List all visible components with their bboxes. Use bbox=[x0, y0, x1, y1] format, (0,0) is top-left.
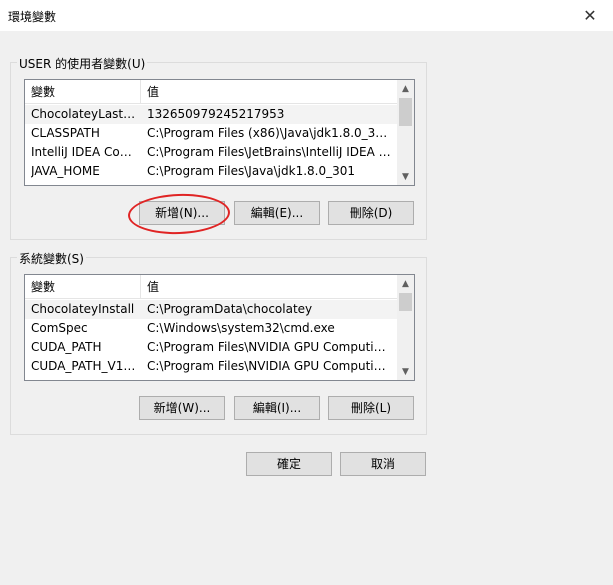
list-item[interactable]: ComSpec C:\Windows\system32\cmd.exe bbox=[25, 319, 397, 338]
variable-name: ChocolateyInstall bbox=[31, 302, 135, 316]
list-header: 變數 值 bbox=[25, 80, 397, 104]
variable-value: C:\Program Files (x86)\Java\jdk1.8.0_301… bbox=[147, 126, 393, 140]
variable-value: C:\Program Files\NVIDIA GPU Computing... bbox=[147, 359, 393, 373]
scroll-up-icon[interactable]: ▲ bbox=[397, 275, 414, 292]
list-item[interactable]: JAVA_HOME C:\Program Files\Java\jdk1.8.0… bbox=[25, 162, 397, 181]
scrollbar-thumb[interactable] bbox=[399, 293, 412, 311]
title-bar: 環境變數 ✕ bbox=[0, 0, 613, 31]
variable-name: JAVA_HOME bbox=[31, 164, 100, 178]
variable-value: C:\ProgramData\chocolatey bbox=[147, 302, 313, 316]
system-variables-list[interactable]: 變數 值 ChocolateyInstall C:\ProgramData\ch… bbox=[24, 274, 415, 381]
list-item[interactable]: CLASSPATH C:\Program Files (x86)\Java\jd… bbox=[25, 124, 397, 143]
ok-button[interactable]: 確定 bbox=[246, 452, 332, 476]
system-delete-button[interactable]: 刪除(L) bbox=[328, 396, 414, 420]
list-item[interactable]: CUDA_PATH C:\Program Files\NVIDIA GPU Co… bbox=[25, 338, 397, 357]
variable-name: IntelliJ IDEA Com... bbox=[31, 145, 138, 159]
list-item[interactable]: ChocolateyInstall C:\ProgramData\chocola… bbox=[25, 300, 397, 319]
variable-value: C:\Program Files\Java\jdk1.8.0_301 bbox=[147, 164, 356, 178]
column-header-variable[interactable]: 變數 bbox=[25, 80, 141, 104]
list-item[interactable]: IntelliJ IDEA Com... C:\Program Files\Je… bbox=[25, 143, 397, 162]
scroll-down-icon[interactable]: ▼ bbox=[397, 363, 414, 380]
column-header-value[interactable]: 值 bbox=[141, 275, 397, 299]
system-edit-button[interactable]: 編輯(I)... bbox=[234, 396, 320, 420]
user-variables-label: USER 的使用者變數(U) bbox=[17, 55, 148, 72]
vertical-scrollbar[interactable]: ▲ ▼ bbox=[397, 275, 414, 380]
user-delete-button[interactable]: 刪除(D) bbox=[328, 201, 414, 225]
window-title: 環境變數 bbox=[8, 10, 57, 24]
close-icon[interactable]: ✕ bbox=[567, 0, 613, 31]
column-header-variable[interactable]: 變數 bbox=[25, 275, 141, 299]
variable-name: CUDA_PATH bbox=[31, 340, 102, 354]
cancel-button[interactable]: 取消 bbox=[340, 452, 426, 476]
list-item[interactable]: CUDA_PATH_V11... C:\Program Files\NVIDIA… bbox=[25, 357, 397, 376]
scroll-down-icon[interactable]: ▼ bbox=[397, 168, 414, 185]
list-header: 變數 值 bbox=[25, 275, 397, 299]
variable-name: ChocolateyLastP... bbox=[31, 107, 138, 121]
variable-name: CLASSPATH bbox=[31, 126, 100, 140]
variable-value: C:\Program Files\NVIDIA GPU Computing... bbox=[147, 340, 393, 354]
system-new-button[interactable]: 新增(W)... bbox=[139, 396, 225, 420]
variable-name: ComSpec bbox=[31, 321, 88, 335]
user-variables-list[interactable]: 變數 值 ChocolateyLastP... 1326509792452179… bbox=[24, 79, 415, 186]
column-header-value[interactable]: 值 bbox=[141, 80, 397, 104]
variable-name: CUDA_PATH_V11... bbox=[31, 359, 138, 373]
variable-value: C:\Program Files\JetBrains\IntelliJ IDEA… bbox=[147, 145, 393, 159]
scrollbar-thumb[interactable] bbox=[399, 98, 412, 126]
scroll-up-icon[interactable]: ▲ bbox=[397, 80, 414, 97]
list-item[interactable]: ChocolateyLastP... 132650979245217953 bbox=[25, 105, 397, 124]
system-variables-label: 系統變數(S) bbox=[17, 250, 86, 267]
vertical-scrollbar[interactable]: ▲ ▼ bbox=[397, 80, 414, 185]
variable-value: 132650979245217953 bbox=[147, 107, 285, 121]
user-edit-button[interactable]: 編輯(E)... bbox=[234, 201, 320, 225]
user-new-button[interactable]: 新增(N)... bbox=[139, 201, 225, 225]
variable-value: C:\Windows\system32\cmd.exe bbox=[147, 321, 335, 335]
